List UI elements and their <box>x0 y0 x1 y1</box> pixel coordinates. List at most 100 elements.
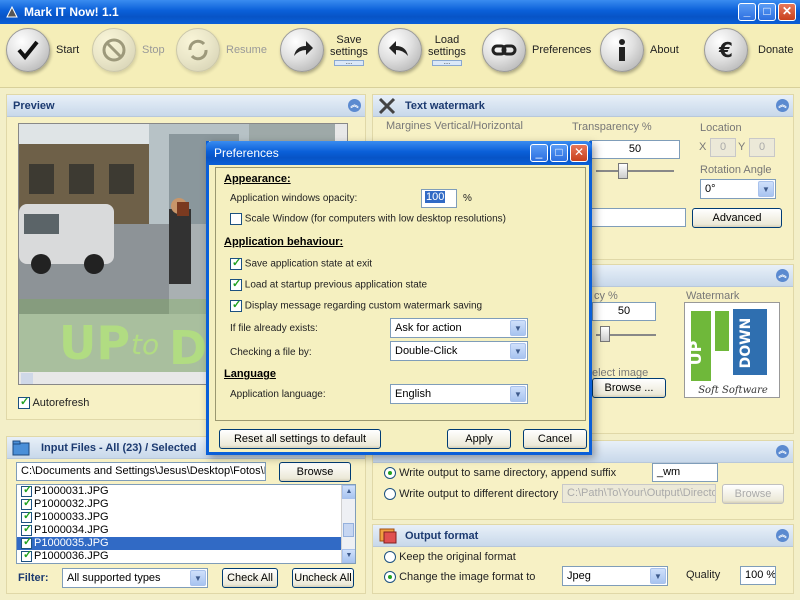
advanced-button[interactable]: Advanced <box>692 208 782 228</box>
donate-button[interactable]: € Donate <box>704 28 793 72</box>
start-button[interactable]: Start <box>6 28 79 72</box>
opacity-field[interactable]: 100 <box>421 189 457 208</box>
dialog-close-button[interactable]: ✕ <box>570 144 588 162</box>
collapse-icon[interactable]: ︽ <box>348 99 361 112</box>
file-row[interactable]: P1000032.JPG <box>17 497 355 511</box>
file-name: P1000036.JPG <box>34 550 109 562</box>
transparency-field[interactable]: 50 <box>590 140 680 159</box>
file-exists-select[interactable]: Ask for action ▼ <box>390 318 528 338</box>
file-row[interactable]: P1000034.JPG <box>17 523 355 537</box>
rotation-select[interactable]: 0° ▼ <box>700 179 776 199</box>
browse-input-button[interactable]: Browse <box>279 462 351 482</box>
different-directory-radio[interactable] <box>384 488 396 501</box>
transparency-slider-track[interactable] <box>596 170 674 172</box>
keep-format-label: Keep the original format <box>399 551 516 563</box>
scale-window-label: Scale Window (for computers with low des… <box>244 213 506 225</box>
file-checkbox[interactable] <box>21 510 32 523</box>
svg-text:€: € <box>718 38 733 62</box>
keep-format-radio[interactable] <box>384 551 396 564</box>
about-button[interactable]: About <box>600 28 679 72</box>
same-directory-option[interactable]: Write output to same directory, append s… <box>384 467 617 480</box>
file-list[interactable]: P1000031.JPG P1000032.JPG P1000033.JPG P… <box>16 484 356 564</box>
tools-icon <box>378 97 396 115</box>
save-settings-label-1: Save <box>336 34 362 46</box>
input-files-title: Input Files - All (23) / Selected <box>41 442 197 454</box>
collapse-icon[interactable]: ︽ <box>776 445 789 458</box>
file-checkbox[interactable] <box>21 523 32 536</box>
scale-window-option[interactable]: Scale Window (for computers with low des… <box>230 213 506 225</box>
autorefresh-checkbox[interactable] <box>18 395 30 410</box>
collapse-icon[interactable]: ︽ <box>776 99 789 112</box>
output-directory-field[interactable]: C:\Path\To\Your\Output\Directory <box>562 484 716 503</box>
different-directory-option[interactable]: Write output to different directory <box>384 488 558 501</box>
watermark-text-field[interactable] <box>590 208 686 227</box>
load-state-option[interactable]: Load at startup previous application sta… <box>230 277 427 291</box>
save-state-option[interactable]: Save application state at exit <box>230 256 372 270</box>
load-state-checkbox[interactable] <box>230 277 242 291</box>
save-state-checkbox[interactable] <box>230 256 242 270</box>
image-transparency-slider-thumb[interactable] <box>600 326 610 342</box>
browse-output-button[interactable]: Browse <box>722 484 784 504</box>
file-row[interactable]: P1000036.JPG <box>17 549 355 563</box>
file-checkbox[interactable] <box>21 536 32 549</box>
change-format-radio[interactable] <box>384 571 396 584</box>
save-settings-button[interactable]: Save settings .... <box>280 28 368 72</box>
change-format-option[interactable]: Change the image format to <box>384 571 535 584</box>
load-settings-button[interactable]: Load settings .... <box>378 28 466 72</box>
collapse-icon[interactable]: ︽ <box>776 269 789 282</box>
filter-select[interactable]: All supported types ▼ <box>62 568 208 588</box>
title-bar: Mark IT Now! 1.1 _ □ ✕ <box>0 0 800 24</box>
toolbar: Start Stop Resume Save settings .... Loa… <box>0 24 800 88</box>
autorefresh-option[interactable]: Autorefresh <box>18 395 89 410</box>
reset-settings-button[interactable]: Reset all settings to default <box>219 429 381 449</box>
suffix-field[interactable]: _wm <box>652 463 718 482</box>
maximize-button[interactable]: □ <box>758 3 776 21</box>
dialog-maximize-button[interactable]: □ <box>550 144 568 162</box>
same-directory-label: Write output to same directory, append s… <box>399 467 617 479</box>
dialog-minimize-button[interactable]: _ <box>530 144 548 162</box>
display-message-option[interactable]: Display message regarding custom waterma… <box>230 298 482 312</box>
display-message-checkbox[interactable] <box>230 298 242 312</box>
cancel-button[interactable]: Cancel <box>523 429 587 449</box>
quality-field[interactable]: 100 % <box>740 566 776 585</box>
scroll-up-icon[interactable]: ▲ <box>342 485 355 499</box>
behaviour-heading: Application behaviour: <box>224 236 344 248</box>
file-row[interactable]: P1000031.JPG <box>17 485 355 498</box>
keep-format-option[interactable]: Keep the original format <box>384 551 516 564</box>
file-name: P1000035.JPG <box>34 537 109 549</box>
scroll-down-icon[interactable]: ▼ <box>342 549 355 563</box>
input-path-field[interactable]: C:\Documents and Settings\Jesus\Desktop\… <box>16 462 266 481</box>
same-directory-radio[interactable] <box>384 467 396 480</box>
collapse-icon[interactable]: ︽ <box>776 529 789 542</box>
image-transparency-field[interactable]: 50 <box>592 302 656 321</box>
stop-icon <box>92 28 136 72</box>
preferences-button[interactable]: Preferences <box>482 28 591 72</box>
file-checkbox[interactable] <box>21 497 32 510</box>
file-row[interactable]: P1000035.JPG <box>17 536 355 550</box>
scale-window-checkbox[interactable] <box>230 213 242 225</box>
x-field[interactable]: 0 <box>710 138 736 157</box>
apply-button[interactable]: Apply <box>447 429 511 449</box>
resume-button[interactable]: Resume <box>176 28 267 72</box>
file-checkbox[interactable] <box>21 485 32 497</box>
uncheck-all-button[interactable]: Uncheck All <box>292 568 354 588</box>
stop-button[interactable]: Stop <box>92 28 165 72</box>
app-language-select[interactable]: English ▼ <box>390 384 528 404</box>
browse-image-button[interactable]: Browse ... <box>592 378 666 398</box>
y-field[interactable]: 0 <box>749 138 775 157</box>
chevron-down-icon: ▼ <box>510 320 526 336</box>
scroll-thumb[interactable] <box>343 523 354 537</box>
file-list-scrollbar[interactable]: ▲ ▼ <box>341 485 355 563</box>
load-settings-label-1: Load <box>434 34 460 46</box>
transparency-slider-thumb[interactable] <box>618 163 628 179</box>
chain-link-icon <box>482 28 526 72</box>
close-button[interactable]: ✕ <box>778 3 796 21</box>
file-checkbox[interactable] <box>21 549 32 562</box>
format-select[interactable]: Jpeg ▼ <box>562 566 668 586</box>
checking-select[interactable]: Double-Click ▼ <box>390 341 528 361</box>
chevron-down-icon: ▼ <box>510 343 526 359</box>
check-all-button[interactable]: Check All <box>222 568 278 588</box>
file-row[interactable]: P1000033.JPG <box>17 510 355 524</box>
filter-value: All supported types <box>67 572 161 584</box>
minimize-button[interactable]: _ <box>738 3 756 21</box>
